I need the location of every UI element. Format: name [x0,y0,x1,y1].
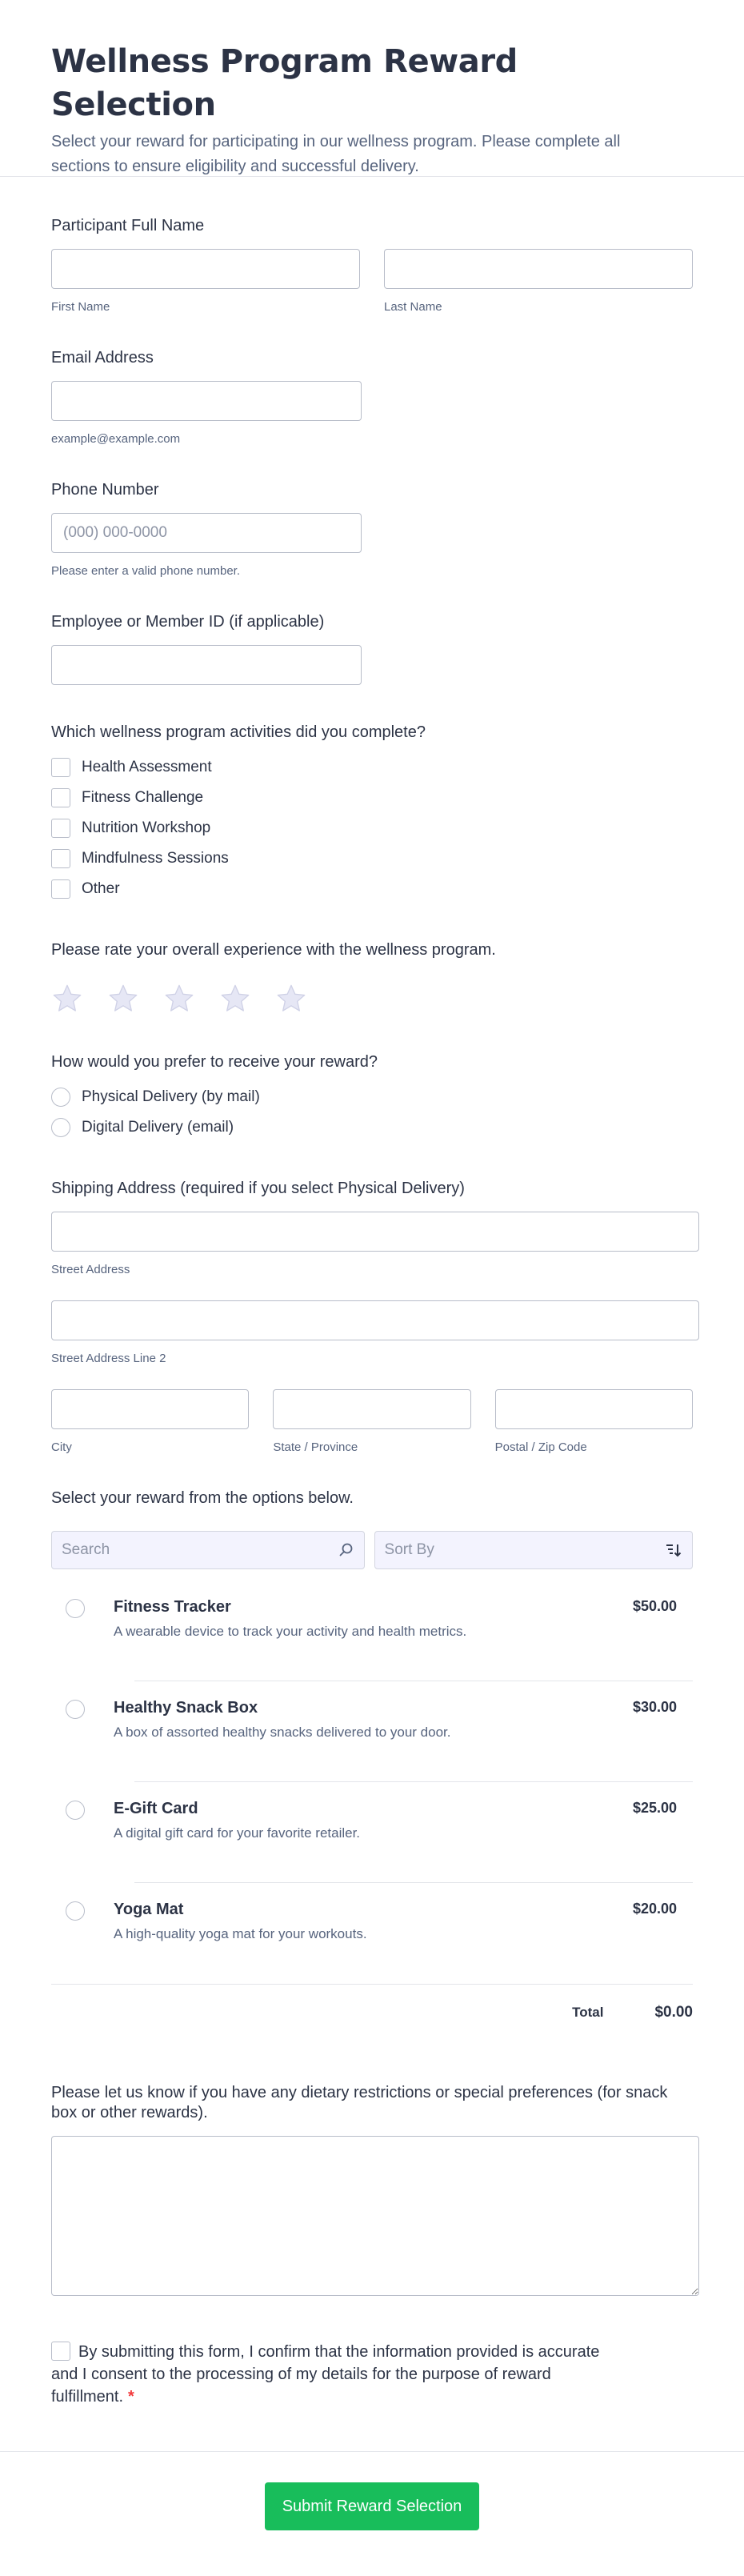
total-value: $0.00 [654,2003,693,2021]
delivery-option[interactable]: Physical Delivery (by mail) [51,1082,693,1112]
email-input[interactable] [51,381,362,421]
zip-sublabel: Postal / Zip Code [494,1440,587,1454]
member-id-section: Employee or Member ID (if applicable) [51,611,693,685]
street-address-sublabel: Street Address [51,1263,130,1276]
form-header: Wellness Program Reward Selection Select… [0,0,744,177]
dietary-textarea[interactable] [51,2136,699,2296]
form-body: Participant Full Name First Name Last Na… [0,215,744,2408]
star-icon[interactable] [163,983,195,1015]
rewards-label: Select your reward from the options belo… [51,1489,354,1507]
radio-button[interactable] [66,1901,85,1921]
total-row: Total $0.00 [51,1984,693,2040]
street-address-2-input[interactable] [51,1300,699,1340]
submit-button[interactable]: Submit Reward Selection [265,2482,479,2530]
product-name: Healthy Snack Box [114,1699,258,1717]
checkbox[interactable] [51,849,70,868]
product-item[interactable]: Healthy Snack Box A box of assorted heal… [51,1681,693,1782]
delivery-section: How would you prefer to receive your rew… [51,1052,693,1143]
name-section: Participant Full Name First Name Last Na… [51,215,693,314]
product-price: $20.00 [632,1901,677,1917]
consent-checkbox[interactable] [51,2342,70,2361]
consent-checkbox-row[interactable]: By submitting this form, I confirm that … [51,2341,611,2408]
phone-input[interactable]: (000) 000-0000 [51,513,362,553]
last-name-sublabel: Last Name [384,300,442,314]
radio-button[interactable] [66,1599,85,1618]
email-section: Email Address example@example.com [51,347,693,446]
first-name-sublabel: First Name [51,300,110,314]
radio-button[interactable] [66,1801,85,1820]
email-label: Email Address [51,349,154,367]
sort-by-dropdown[interactable]: Sort By [374,1531,693,1569]
product-price: $50.00 [632,1598,677,1614]
star-icon[interactable] [51,983,83,1015]
product-list: Fitness Tracker A wearable device to tra… [51,1580,693,1984]
total-label: Total [572,2004,604,2020]
zip-input[interactable] [494,1389,693,1429]
radio-button[interactable] [66,1700,85,1719]
delivery-label: How would you prefer to receive your rew… [51,1053,378,1071]
activity-option[interactable]: Nutrition Workshop [51,813,693,843]
star-rating [51,983,693,1015]
product-description: A box of assorted healthy snacks deliver… [114,1725,451,1740]
last-name-input[interactable] [384,249,693,289]
sort-icon [666,1544,682,1557]
state-input[interactable] [273,1389,471,1429]
product-price: $25.00 [632,1800,677,1816]
product-description: A digital gift card for your favorite re… [114,1825,361,1841]
address-label: Shipping Address (required if you select… [51,1180,465,1197]
star-icon[interactable] [219,983,251,1015]
consent-section: By submitting this form, I confirm that … [51,2341,693,2408]
first-name-input[interactable] [51,249,360,289]
product-item[interactable]: E-Gift Card A digital gift card for your… [51,1782,693,1883]
star-icon[interactable] [107,983,139,1015]
form-description: Select your reward for participating in … [51,133,621,175]
dietary-section: Please let us know if you have any dieta… [51,2083,699,2296]
search-icon [339,1543,352,1556]
street-address-2-sublabel: Street Address Line 2 [51,1352,166,1365]
product-name: Yoga Mat [114,1901,184,1918]
email-sublabel: example@example.com [51,432,181,446]
checkbox[interactable] [51,758,70,777]
product-item[interactable]: Fitness Tracker A wearable device to tra… [51,1580,693,1681]
activity-option[interactable]: Fitness Challenge [51,783,693,813]
product-item[interactable]: Yoga Mat A high-quality yoga mat for you… [51,1883,693,1984]
delivery-option[interactable]: Digital Delivery (email) [51,1112,693,1143]
activity-option[interactable]: Other [51,874,693,904]
activity-option[interactable]: Mindfulness Sessions [51,843,693,874]
address-section: Shipping Address (required if you select… [51,1178,699,1454]
state-sublabel: State / Province [273,1440,358,1454]
rating-label: Please rate your overall experience with… [51,941,496,959]
member-id-label: Employee or Member ID (if applicable) [51,613,325,631]
product-search-input[interactable]: Search [51,1531,365,1569]
product-name: Fitness Tracker [114,1598,231,1616]
activities-section: Which wellness program activities did yo… [51,722,693,904]
activities-label: Which wellness program activities did yo… [51,723,426,741]
rewards-section: Select your reward from the options belo… [51,1488,693,2040]
phone-sublabel: Please enter a valid phone number. [51,564,240,578]
rating-section: Please rate your overall experience with… [51,939,693,1015]
member-id-input[interactable] [51,645,362,685]
form-footer: Submit Reward Selection [0,2451,744,2571]
radio-button[interactable] [51,1118,70,1137]
checkbox[interactable] [51,819,70,838]
form-title: Wellness Program Reward Selection [51,43,518,123]
street-address-input[interactable] [51,1212,699,1252]
phone-section: Phone Number (000) 000-0000 Please enter… [51,479,693,578]
dietary-label: Please let us know if you have any dieta… [51,2084,668,2121]
city-input[interactable] [51,1389,250,1429]
product-price: $30.00 [632,1699,677,1715]
radio-button[interactable] [51,1088,70,1107]
activity-option[interactable]: Health Assessment [51,752,693,783]
city-sublabel: City [51,1440,72,1454]
product-description: A high-quality yoga mat for your workout… [114,1926,367,1941]
checkbox[interactable] [51,788,70,807]
star-icon[interactable] [275,983,307,1015]
product-description: A wearable device to track your activity… [114,1624,467,1639]
name-label: Participant Full Name [51,217,205,234]
checkbox[interactable] [51,879,70,899]
phone-label: Phone Number [51,481,159,499]
product-name: E-Gift Card [114,1800,198,1817]
required-mark: * [128,2388,134,2406]
